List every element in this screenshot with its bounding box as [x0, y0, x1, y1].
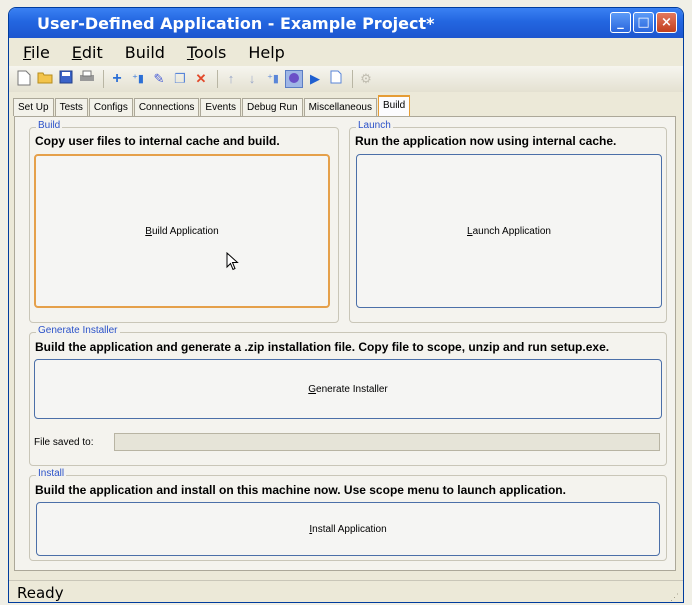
build-application-button[interactable]: Build Application — [34, 154, 330, 308]
generate-installer-label: Generate Installer — [308, 383, 388, 395]
install-application-button[interactable]: Install Application — [36, 502, 660, 556]
generate-installer-group: Generate Installer Build the application… — [29, 325, 667, 466]
generate-installer-button[interactable]: Generate Installer — [34, 359, 662, 419]
print-icon[interactable] — [78, 70, 96, 88]
page-icon[interactable] — [327, 70, 345, 88]
copy-icon[interactable]: ❐ — [171, 70, 189, 88]
toolbar-separator — [217, 70, 218, 88]
menu-build[interactable]: Build — [125, 43, 165, 62]
status-bar: Ready ⋰ — [9, 580, 683, 602]
build-group: Build Copy user files to internal cache … — [29, 120, 339, 323]
build-group-legend: Build — [36, 120, 63, 131]
status-text: Ready — [17, 584, 64, 602]
launch-description: Run the application now using internal c… — [355, 134, 617, 148]
install-group: Install Build the application and instal… — [29, 468, 667, 561]
build-icon[interactable] — [285, 70, 303, 88]
add-icon[interactable]: + — [108, 70, 126, 88]
tab-miscellaneous[interactable]: Miscellaneous — [303, 98, 377, 116]
move-down-icon[interactable]: ↓ — [243, 70, 261, 88]
menu-tools[interactable]: Tools — [187, 43, 226, 62]
run-icon[interactable]: ▶ — [306, 70, 324, 88]
tab-debug-run[interactable]: Debug Run — [242, 98, 303, 116]
title-bar[interactable]: User-Defined Application - Example Proje… — [9, 8, 683, 38]
add-node-icon[interactable]: ⁺▮ — [129, 70, 147, 88]
build-description: Copy user files to internal cache and bu… — [35, 134, 280, 148]
generate-installer-description: Build the application and generate a .zi… — [35, 340, 610, 354]
edit-icon[interactable]: ✎ — [150, 70, 168, 88]
install-description: Build the application and install on thi… — [35, 483, 566, 497]
window-controls: _ □ × — [610, 12, 677, 33]
delete-icon[interactable]: ✕ — [192, 70, 210, 88]
build-application-label: Build Application — [145, 225, 219, 237]
open-icon[interactable] — [36, 70, 54, 88]
close-button[interactable]: × — [656, 12, 677, 33]
launch-group-legend: Launch — [356, 120, 393, 131]
menu-bar: File Edit Build Tools Help — [9, 38, 683, 66]
mouse-cursor-icon — [226, 251, 240, 277]
tab-connections[interactable]: Connections — [133, 98, 200, 116]
indent-icon[interactable]: ⁺▮ — [264, 70, 282, 88]
menu-file[interactable]: File — [23, 43, 50, 62]
install-legend: Install — [36, 468, 67, 479]
resize-grip-icon[interactable]: ⋰ — [670, 592, 680, 602]
toolbar-separator — [103, 70, 104, 88]
menu-help[interactable]: Help — [248, 43, 284, 62]
generate-installer-legend: Generate Installer — [36, 325, 120, 336]
app-window: User-Defined Application - Example Proje… — [8, 7, 684, 603]
launch-application-label: Launch Application — [467, 225, 551, 237]
tab-build[interactable]: Build — [377, 95, 411, 116]
tab-content-panel: Build Copy user files to internal cache … — [14, 116, 676, 571]
file-saved-to-label: File saved to: — [34, 437, 94, 448]
tab-strip: Set Up Tests Configs Connections Events … — [13, 95, 683, 116]
tab-events[interactable]: Events — [200, 98, 241, 116]
settings-icon[interactable]: ⚙ — [357, 70, 375, 88]
minimize-button[interactable]: _ — [610, 12, 631, 33]
tab-configs[interactable]: Configs — [88, 98, 133, 116]
new-icon[interactable] — [15, 70, 33, 88]
menu-edit[interactable]: Edit — [72, 43, 103, 62]
file-saved-to-field[interactable] — [114, 433, 660, 451]
launch-group: Launch Run the application now using int… — [349, 120, 667, 323]
save-icon[interactable] — [57, 70, 75, 88]
install-application-label: Install Application — [309, 523, 387, 535]
launch-application-button[interactable]: Launch Application — [356, 154, 662, 308]
toolbar: + ⁺▮ ✎ ❐ ✕ ↑ ↓ ⁺▮ ▶ ⚙ — [9, 66, 683, 92]
move-up-icon[interactable]: ↑ — [222, 70, 240, 88]
tab-set-up[interactable]: Set Up — [13, 98, 54, 116]
maximize-button[interactable]: □ — [633, 12, 654, 33]
window-title: User-Defined Application - Example Proje… — [37, 14, 435, 33]
toolbar-separator — [352, 70, 353, 88]
tab-tests[interactable]: Tests — [54, 98, 88, 116]
